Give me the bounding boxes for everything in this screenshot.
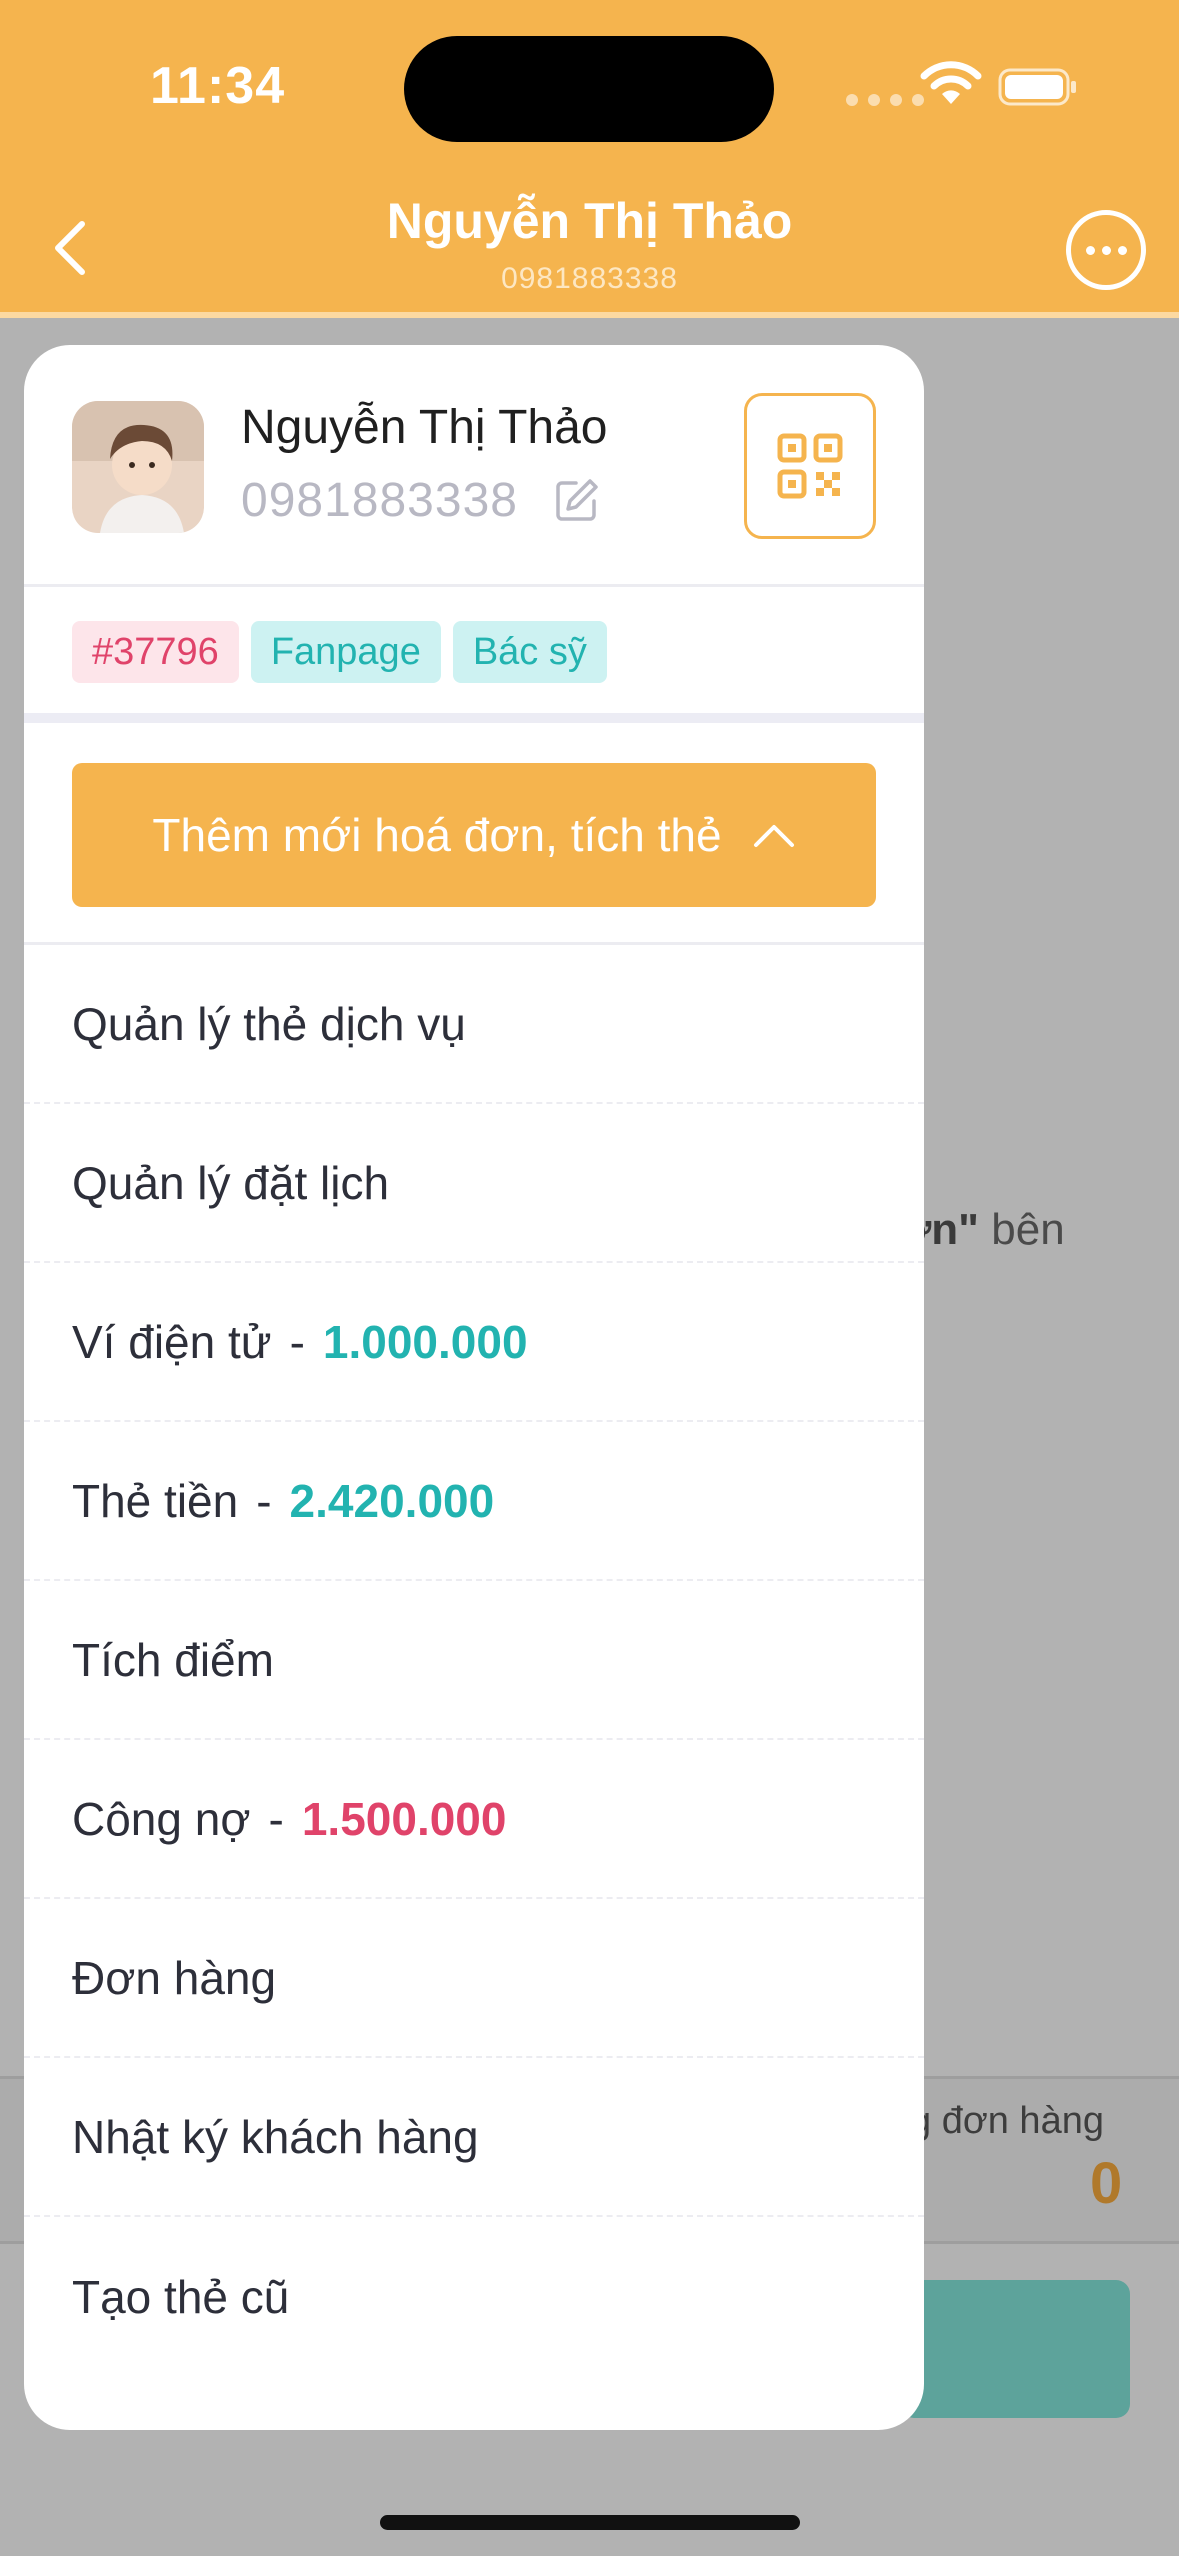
- more-icon: [1085, 245, 1095, 255]
- menu-item-e-wallet[interactable]: Ví điện tử -1.000.000: [24, 1263, 924, 1422]
- status-time: 11:34: [150, 57, 286, 115]
- profile-section: Nguyễn Thị Thảo 0981883338: [24, 345, 924, 587]
- e-wallet-balance: 1.000.000: [322, 1315, 528, 1368]
- customer-menu: Quản lý thẻ dịch vụ Quản lý đặt lịch Ví …: [24, 942, 924, 2376]
- qr-code-icon: [777, 433, 843, 499]
- tag-customer-id: #37796: [72, 621, 239, 683]
- customer-menu-card: Nguyễn Thị Thảo 0981883338 #37796 Fanpag…: [24, 345, 924, 2430]
- menu-item-orders[interactable]: Đơn hàng: [24, 1899, 924, 2058]
- menu-item-debt[interactable]: Công nợ -1.500.000: [24, 1740, 924, 1899]
- menu-item-service-cards[interactable]: Quản lý thẻ dịch vụ: [24, 945, 924, 1104]
- page-subtitle: 0981883338: [501, 262, 678, 295]
- customer-name: Nguyễn Thị Thảo: [241, 401, 608, 454]
- tag-source: Fanpage: [250, 621, 441, 683]
- debt-balance: 1.500.000: [301, 1792, 507, 1845]
- menu-item-create-old-card[interactable]: Tạo thẻ cũ: [24, 2217, 924, 2376]
- money-card-balance: 2.420.000: [289, 1474, 495, 1527]
- tag-list: #37796 Fanpage Bác sỹ: [72, 621, 607, 683]
- customer-phone: 0981883338: [241, 474, 518, 527]
- wifi-icon: [920, 61, 982, 104]
- menu-item-customer-log[interactable]: Nhật ký khách hàng: [24, 2058, 924, 2217]
- qr-code-button[interactable]: [744, 393, 876, 539]
- header-divider: [0, 312, 1179, 318]
- dynamic-island: [404, 36, 774, 142]
- background-hint: ơn" bên: [900, 1205, 1065, 1254]
- edit-icon[interactable]: [554, 477, 600, 523]
- more-button[interactable]: [1066, 210, 1146, 290]
- battery-icon: [998, 68, 1076, 106]
- chevron-up-icon: [753, 825, 794, 847]
- menu-item-money-card[interactable]: Thẻ tiền -2.420.000: [24, 1422, 924, 1581]
- menu-item-appointments[interactable]: Quản lý đặt lịch: [24, 1104, 924, 1263]
- background-footer-count: 0: [1090, 2151, 1123, 2216]
- menu-item-points[interactable]: Tích điểm: [24, 1581, 924, 1740]
- page-title: Nguyễn Thị Thảo: [386, 193, 793, 249]
- background-footer-label: g đơn hàng: [910, 2100, 1104, 2142]
- avatar[interactable]: [72, 401, 204, 533]
- section-divider: [24, 713, 924, 723]
- background-button: [900, 2280, 1130, 2418]
- add-invoice-label: Thêm mới hoá đơn, tích thẻ: [152, 809, 722, 861]
- add-invoice-button[interactable]: Thêm mới hoá đơn, tích thẻ: [72, 763, 876, 907]
- signal-icon: [846, 94, 924, 106]
- tag-group: Bác sỹ: [452, 621, 607, 683]
- home-indicator: [380, 2515, 800, 2530]
